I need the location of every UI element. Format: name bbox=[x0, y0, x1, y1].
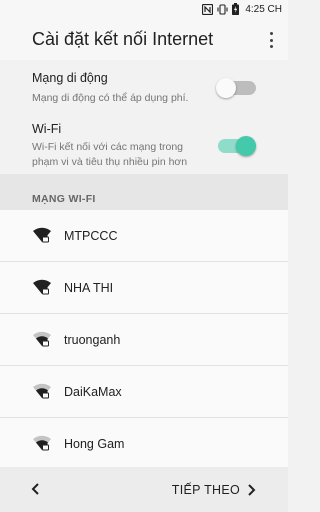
chevron-right-icon bbox=[248, 484, 256, 496]
wifi-subtitle: Wi-Fi kết nối với các mạng trong phạm vi… bbox=[32, 141, 188, 168]
wifi-signal-medium-icon bbox=[33, 383, 51, 399]
next-button-label: TIẾP THEO bbox=[171, 483, 240, 497]
wifi-signal-medium-icon bbox=[33, 435, 51, 451]
mobile-data-title: Mạng di động bbox=[32, 71, 108, 85]
mobile-data-subtitle: Mạng di động có thể áp dụng phí. bbox=[32, 92, 189, 104]
wifi-network-item[interactable]: MTPCCC bbox=[0, 210, 288, 262]
toggle-thumb bbox=[216, 78, 236, 98]
nfc-icon bbox=[202, 3, 214, 15]
wifi-network-item[interactable]: truonganh bbox=[0, 314, 288, 366]
wifi-network-item[interactable]: DaiKaMax bbox=[0, 366, 288, 418]
wifi-toggle[interactable] bbox=[214, 134, 256, 156]
wifi-network-name: truonganh bbox=[64, 333, 121, 347]
mobile-data-toggle[interactable] bbox=[214, 76, 256, 98]
back-button[interactable] bbox=[28, 481, 44, 497]
status-time: 4:25 CH bbox=[245, 3, 282, 15]
next-button[interactable]: TIẾP THEO bbox=[172, 480, 258, 500]
vibrate-icon bbox=[217, 3, 228, 15]
wifi-network-name: DaiKaMax bbox=[64, 385, 122, 399]
wifi-signal-strong-icon bbox=[33, 227, 51, 243]
status-bar: 4:25 CH bbox=[0, 0, 288, 18]
wifi-network-name: MTPCCC bbox=[64, 229, 118, 243]
battery-charging-icon bbox=[232, 3, 240, 15]
overflow-menu-icon[interactable] bbox=[264, 30, 278, 50]
bottom-navigation-bar: TIẾP THEO bbox=[0, 467, 288, 512]
app-bar: Cài đặt kết nối Internet bbox=[0, 18, 288, 60]
mobile-data-row[interactable]: Mạng di động Mạng di động có thể áp dụng… bbox=[0, 60, 288, 112]
section-header-label: MẠNG WI-FI bbox=[32, 193, 96, 205]
connection-settings: Mạng di động Mạng di động có thể áp dụng… bbox=[0, 60, 288, 174]
wifi-network-name: NHA THI bbox=[64, 281, 114, 295]
wifi-title: Wi-Fi bbox=[32, 122, 62, 136]
wifi-network-item[interactable]: NHA THI bbox=[0, 262, 288, 314]
page-title: Cài đặt kết nối Internet bbox=[32, 28, 214, 49]
chevron-left-icon bbox=[31, 483, 39, 495]
toggle-thumb bbox=[236, 136, 256, 156]
wifi-network-item[interactable]: Hong Gam bbox=[0, 418, 288, 467]
wifi-signal-strong-icon bbox=[33, 279, 51, 295]
wifi-network-name: Hong Gam bbox=[64, 437, 125, 451]
wifi-row[interactable]: Wi-Fi Wi-Fi kết nối với các mạng trong p… bbox=[0, 112, 288, 174]
wifi-signal-medium-icon bbox=[33, 331, 51, 347]
